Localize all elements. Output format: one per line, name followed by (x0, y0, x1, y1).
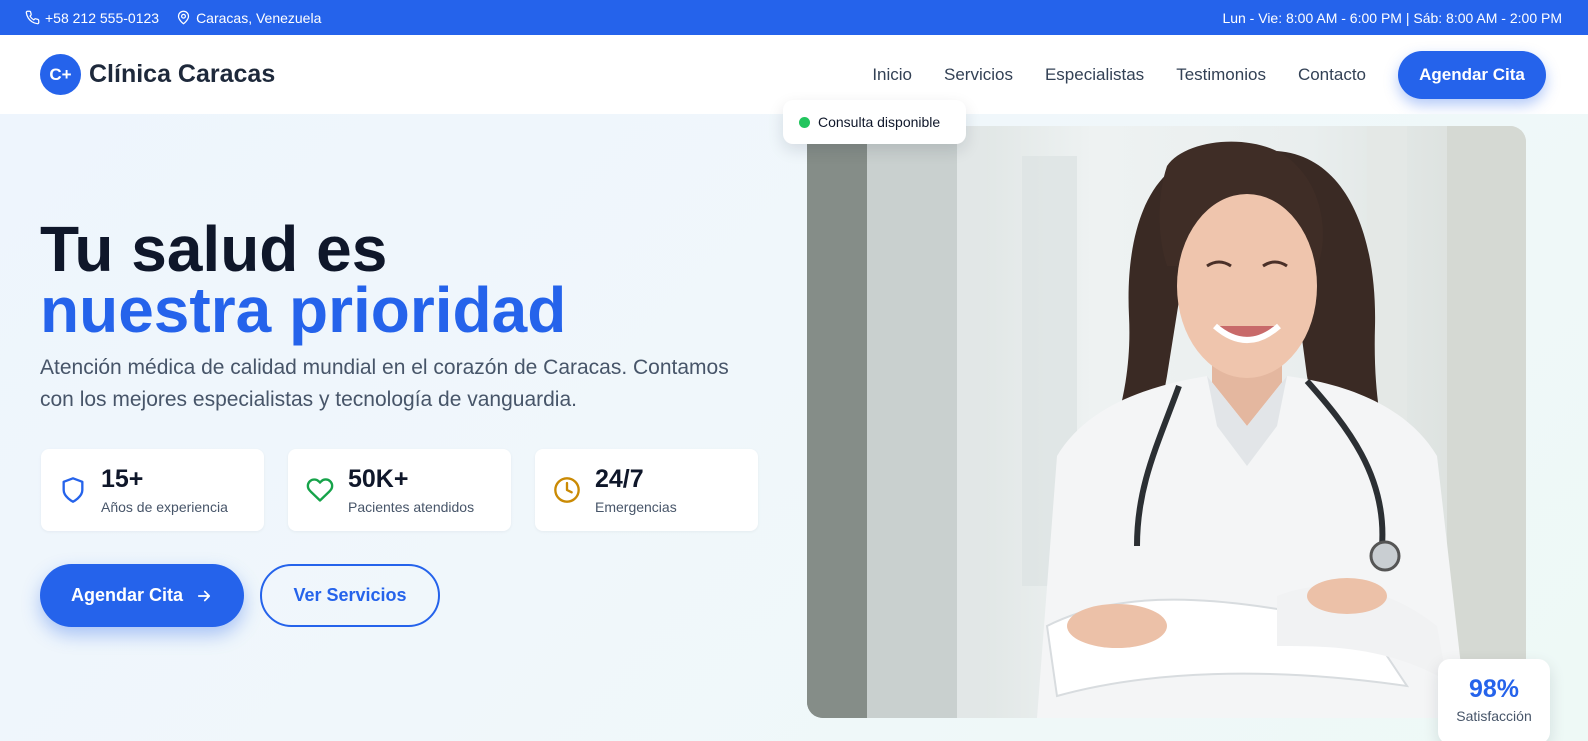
stats-row: 15+ Años de experiencia 50K+ Pacientes a… (41, 449, 758, 531)
top-info-bar: +58 212 555-0123 Caracas, Venezuela Lun … (0, 0, 1588, 35)
stat-value: 24/7 (595, 465, 644, 493)
hero-section: Tu salud es nuestra prioridad Atención m… (0, 100, 1588, 741)
satisfaction-value: 98% (1468, 675, 1520, 703)
clock-icon (554, 477, 580, 503)
book-appointment-label: Agendar Cita (70, 585, 184, 605)
status-dot-icon (799, 116, 810, 128)
doctor-illustration (807, 126, 1526, 718)
stat-value: 50K+ (348, 465, 409, 493)
phone-info[interactable]: +58 212 555-0123 (25, 10, 159, 26)
stat-label: Pacientes atendidos (348, 499, 475, 515)
map-pin-icon (177, 10, 190, 25)
stat-label: Años de experiencia (101, 499, 228, 515)
location-info: Caracas, Venezuela (176, 10, 321, 26)
opening-hours: Lun - Vie: 8:00 AM - 6:00 PM | Sáb: 8:00… (1222, 9, 1562, 26)
phone-icon (25, 10, 40, 25)
heart-icon (306, 478, 334, 502)
brand-name: Clínica Caracas (89, 60, 276, 88)
satisfaction-label: Satisfacción (1456, 708, 1532, 724)
main-nav: Inicio Servicios Especialistas Testimoni… (872, 50, 1546, 99)
contact-info: +58 212 555-0123 Caracas, Venezuela (25, 10, 321, 26)
stat-card-experience: 15+ Años de experiencia (41, 449, 264, 531)
nav-servicios[interactable]: Servicios (944, 65, 1013, 85)
brand-link[interactable]: C+ Clínica Caracas (40, 54, 275, 95)
hero-title-line1: Tu salud es (40, 213, 388, 285)
availability-badge: Consulta disponible (783, 100, 966, 144)
phone-text: +58 212 555-0123 (45, 9, 160, 26)
nav-testimonios[interactable]: Testimonios (1176, 65, 1266, 85)
view-services-button[interactable]: Ver Servicios (260, 564, 440, 627)
logo-badge: C+ (40, 54, 81, 95)
nav-contacto[interactable]: Contacto (1298, 65, 1366, 85)
hero-title-line2: nuestra prioridad (40, 274, 567, 346)
shield-icon (62, 477, 84, 503)
stat-value: 15+ (101, 465, 144, 493)
stat-card-emergencies: 24/7 Emergencias (535, 449, 758, 531)
location-text: Caracas, Venezuela (196, 9, 322, 26)
stat-label: Emergencias (595, 499, 677, 515)
book-appointment-button[interactable]: Agendar Cita (40, 564, 244, 627)
header-book-appointment-button[interactable]: Agendar Cita (1398, 50, 1546, 99)
arrow-right-icon (197, 590, 211, 601)
satisfaction-badge: 98% Satisfacción (1438, 659, 1550, 741)
nav-especialistas[interactable]: Especialistas (1045, 65, 1144, 85)
nav-inicio[interactable]: Inicio (872, 65, 912, 85)
doctor-photo (807, 126, 1526, 718)
stat-card-patients: 50K+ Pacientes atendidos (288, 449, 511, 531)
availability-text: Consulta disponible (818, 114, 941, 130)
hero-description: Atención médica de calidad mundial en el… (40, 356, 729, 411)
